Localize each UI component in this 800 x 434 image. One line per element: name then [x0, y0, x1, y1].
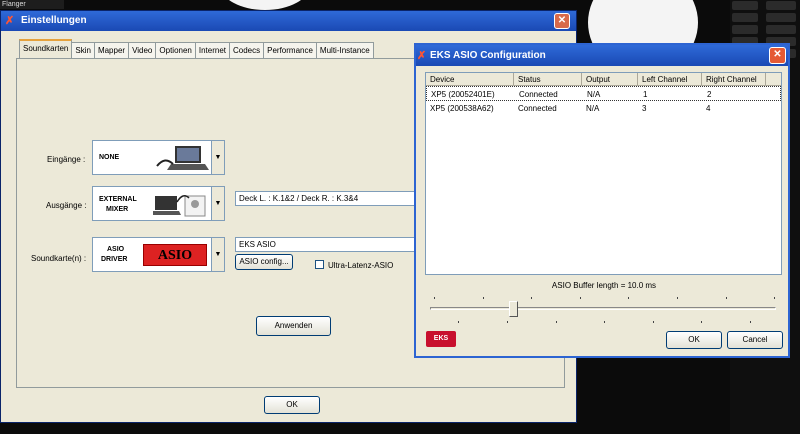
tab-mapper[interactable]: Mapper	[93, 42, 130, 59]
laptop-icon	[156, 146, 209, 170]
slider-tick	[506, 321, 508, 323]
tab-skin[interactable]: Skin	[71, 42, 95, 59]
slider-tick	[628, 297, 630, 299]
slider-tick	[677, 297, 678, 299]
col-right-channel[interactable]: Right Channel	[702, 73, 766, 86]
chevron-down-icon[interactable]: ▼	[211, 187, 224, 220]
device-list[interactable]: Device Status Output Left Channel Right …	[425, 72, 782, 275]
eks-logo: EKS	[426, 331, 456, 347]
app-logo-icon: ✗	[5, 15, 15, 27]
tab-bar: Soundkarten Skin Mapper Video Optionen Intern…	[19, 39, 374, 59]
asio-ok-button[interactable]: OK	[666, 331, 722, 349]
buffer-slider-track[interactable]	[430, 307, 776, 310]
asio-config-button[interactable]: ASIO config...	[235, 254, 293, 270]
asio-cancel-button[interactable]: Cancel	[727, 331, 783, 349]
tab-multi-instance[interactable]: Multi-Instance	[315, 42, 374, 59]
slider-tick	[531, 297, 533, 299]
mixer-icon	[153, 195, 206, 217]
device-list-header: Device Status Output Left Channel Right …	[426, 73, 781, 86]
asio-dialog-title-bar[interactable]: ✗ EKS ASIO Configuration ✕	[416, 45, 788, 66]
col-status[interactable]: Status	[514, 73, 582, 86]
soundcard-label: Soundkarte(n) :	[31, 254, 87, 263]
close-icon[interactable]: ✕	[554, 13, 570, 29]
soundcard-device-line2: DRIVER	[101, 256, 128, 263]
soundcard-device-select[interactable]: ASIO DRIVER ASIO ▼	[92, 237, 225, 272]
slider-tick	[555, 321, 557, 323]
outputs-device-select[interactable]: EXTERNAL MIXER ▼	[92, 186, 225, 221]
inputs-label: Eingänge :	[47, 155, 86, 164]
soundcard-device-line1: ASIO	[107, 246, 125, 253]
slider-tick	[652, 321, 654, 323]
slider-tick	[701, 321, 703, 323]
slider-tick	[434, 297, 435, 299]
slider-tick	[774, 297, 776, 299]
outputs-device-line2: MIXER	[106, 206, 129, 213]
chevron-down-icon[interactable]: ▼	[211, 238, 224, 271]
table-row[interactable]: XP5 (20052401E) Connected N/A 1 2	[426, 86, 781, 101]
inputs-device-select[interactable]: NONE ▼	[92, 140, 225, 175]
cell-status: Connected	[519, 90, 558, 99]
asio-logo: ASIO	[143, 244, 207, 266]
cell-right-channel: 2	[707, 90, 712, 99]
cell-output: N/A	[587, 90, 601, 99]
cell-status: Connected	[518, 104, 557, 113]
cell-left-channel: 3	[642, 104, 647, 113]
col-output[interactable]: Output	[582, 73, 638, 86]
col-device[interactable]: Device	[426, 73, 514, 86]
tab-optionen[interactable]: Optionen	[155, 42, 196, 59]
cell-output: N/A	[586, 104, 600, 113]
table-row[interactable]: XP5 (200538A62) Connected N/A 3 4	[426, 101, 781, 116]
output-routing-field[interactable]: Deck L. : K.1&2 / Deck R. : K.3&4	[235, 191, 425, 206]
cell-device: XP5 (20052401E)	[431, 90, 495, 99]
settings-ok-button[interactable]: OK	[264, 396, 320, 414]
cell-device: XP5 (200538A62)	[430, 104, 494, 113]
slider-tick	[458, 321, 460, 323]
slider-tick	[604, 321, 606, 323]
col-left-channel[interactable]: Left Channel	[638, 73, 702, 86]
buffer-length-label: ASIO Buffer length = 10.0 ms	[551, 281, 657, 290]
tab-codecs[interactable]: Codecs	[229, 42, 265, 59]
inputs-device-name: NONE	[99, 154, 120, 161]
app-logo-icon: ✗	[417, 50, 427, 62]
apply-button[interactable]: Anwenden	[256, 316, 331, 336]
slider-tick	[749, 321, 751, 323]
tab-soundkarten[interactable]: Soundkarten	[19, 39, 73, 58]
effect-label: Flanger	[0, 0, 64, 9]
settings-title-bar[interactable]: ✗ Einstellungen ✕	[1, 11, 576, 31]
tab-video[interactable]: Video	[128, 42, 157, 59]
turntable-left	[220, 0, 310, 10]
cell-left-channel: 1	[643, 90, 648, 99]
asio-dialog-title: EKS ASIO Configuration	[430, 50, 546, 61]
slider-tick	[725, 297, 727, 299]
outputs-device-line1: EXTERNAL	[99, 196, 137, 203]
tab-internet[interactable]: Internet	[194, 42, 230, 59]
slider-tick	[482, 297, 484, 299]
tab-performance[interactable]: Performance	[263, 42, 317, 59]
ultra-latency-checkbox[interactable]	[315, 260, 324, 269]
cell-right-channel: 4	[706, 104, 711, 113]
chevron-down-icon[interactable]: ▼	[211, 141, 224, 174]
outputs-label: Ausgänge :	[46, 201, 87, 210]
asio-config-dialog: ✗ EKS ASIO Configuration ✕ Device Status…	[414, 43, 790, 358]
ultra-latency-label: Ultra-Latenz-ASIO	[328, 261, 394, 270]
slider-tick	[579, 297, 581, 299]
buffer-slider-thumb[interactable]	[509, 301, 518, 317]
close-icon[interactable]: ✕	[769, 47, 786, 64]
settings-title: Einstellungen	[21, 15, 87, 26]
driver-name-field[interactable]: EKS ASIO	[235, 237, 425, 252]
